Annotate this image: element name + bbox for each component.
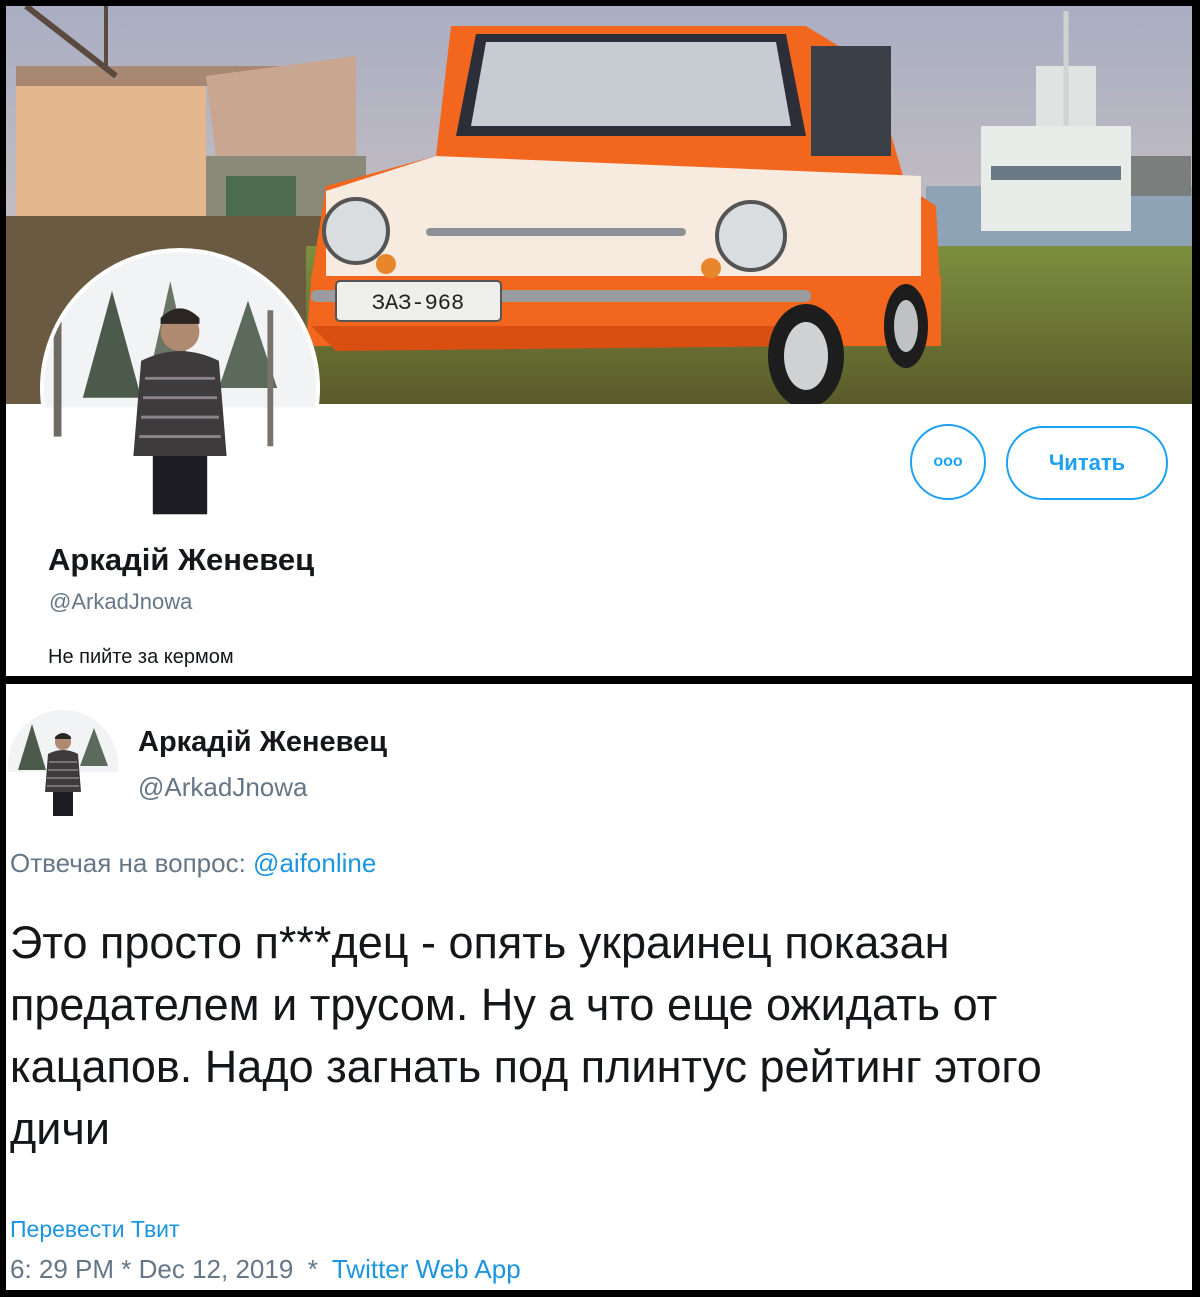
profile-display-name: Аркадій Женевец (48, 542, 315, 577)
profile-handle: @ArkadJnowa (49, 589, 193, 614)
tweet-author-handle[interactable]: @ArkadJnowa (138, 772, 307, 803)
translate-tweet-link[interactable]: Перевести Твит (10, 1216, 180, 1243)
tweet-author-avatar[interactable] (8, 710, 118, 820)
profile-avatar[interactable] (40, 248, 320, 528)
follow-button-label: Читать (1048, 450, 1126, 475)
profile-card: ЗАЗ-968 ooo Читать Аркадій Женевец @Arka… (6, 6, 1192, 676)
profile-bio: Не пийте за кермом (48, 646, 234, 668)
more-options-button[interactable]: ooo (910, 424, 986, 500)
reply-prefix: Отвечая на вопрос: (10, 848, 246, 878)
tweet-card: Аркадій Женевец @ArkadJnowa Отвечая на в… (6, 684, 1192, 1290)
reply-context: Отвечая на вопрос: @aifonline (10, 848, 376, 879)
tweet-source-link[interactable]: Twitter Web App (332, 1254, 521, 1284)
tweet-metadata: 6: 29 PM * Dec 12, 2019 * Twitter Web Ap… (10, 1254, 521, 1285)
reply-mention-link[interactable]: @aifonline (253, 848, 376, 878)
more-options-icon: ooo (933, 453, 963, 470)
tweet-date[interactable]: Dec 12, 2019 (139, 1254, 294, 1284)
follow-button[interactable]: Читать (1006, 426, 1168, 500)
meta-separator: * (114, 1254, 139, 1284)
tweet-text: Это просто п***дец - опять украинец пока… (10, 917, 1042, 1154)
tweet-time[interactable]: 6: 29 PM (10, 1254, 114, 1284)
tweet-author-name[interactable]: Аркадій Женевец (138, 726, 387, 759)
meta-separator: * (293, 1254, 332, 1284)
license-plate-text: ЗАЗ-968 (372, 291, 464, 316)
